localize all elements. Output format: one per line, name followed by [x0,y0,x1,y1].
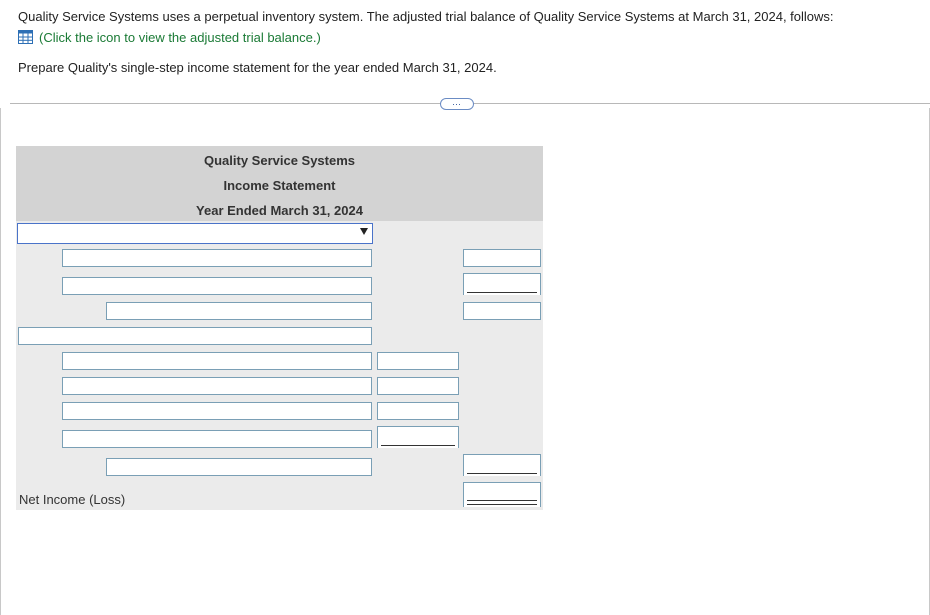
chevron-down-icon[interactable] [360,228,368,235]
expense-account-input-4[interactable] [62,430,372,448]
expense-account-input-2[interactable] [62,377,372,395]
instruction-text: Prepare Quality's single-step income sta… [18,60,497,75]
revenue-amount-input-1[interactable] [463,249,541,267]
revenue-account-input-2[interactable] [62,277,372,295]
revenues-dropdown[interactable] [17,223,373,244]
company-name: Quality Service Systems [203,153,356,168]
net-income-amount-input[interactable] [463,482,541,507]
statement-header: Quality Service Systems Income Statement… [16,146,543,221]
statement-period: Year Ended March 31, 2024 [196,203,363,218]
expenses-heading-input[interactable] [18,327,372,345]
expense-account-input-3[interactable] [62,402,372,420]
trial-balance-link-text[interactable]: (Click the icon to view the adjusted tri… [39,30,321,45]
expense-amount-input-1[interactable] [377,352,459,370]
intro-text: Quality Service Systems uses a perpetual… [18,9,834,24]
expense-account-input-1[interactable] [62,352,372,370]
total-expenses-label-input[interactable] [106,458,372,476]
expense-amount-input-3[interactable] [377,402,459,420]
left-border [0,108,1,615]
total-revenues-amount-input[interactable] [463,302,541,320]
expand-button[interactable]: ⋯ [440,98,474,110]
expense-amount-input-2[interactable] [377,377,459,395]
total-expenses-amount-input[interactable] [463,454,541,476]
statement-title: Income Statement [223,178,336,193]
total-revenues-label-input[interactable] [106,302,372,320]
table-icon[interactable] [18,30,33,44]
revenue-amount-input-2[interactable] [463,273,541,295]
trial-balance-link[interactable]: (Click the icon to view the adjusted tri… [18,29,321,45]
revenue-account-input-1[interactable] [62,249,372,267]
net-income-label: Net Income (Loss) [19,492,126,507]
expense-amount-input-4[interactable] [377,426,459,448]
